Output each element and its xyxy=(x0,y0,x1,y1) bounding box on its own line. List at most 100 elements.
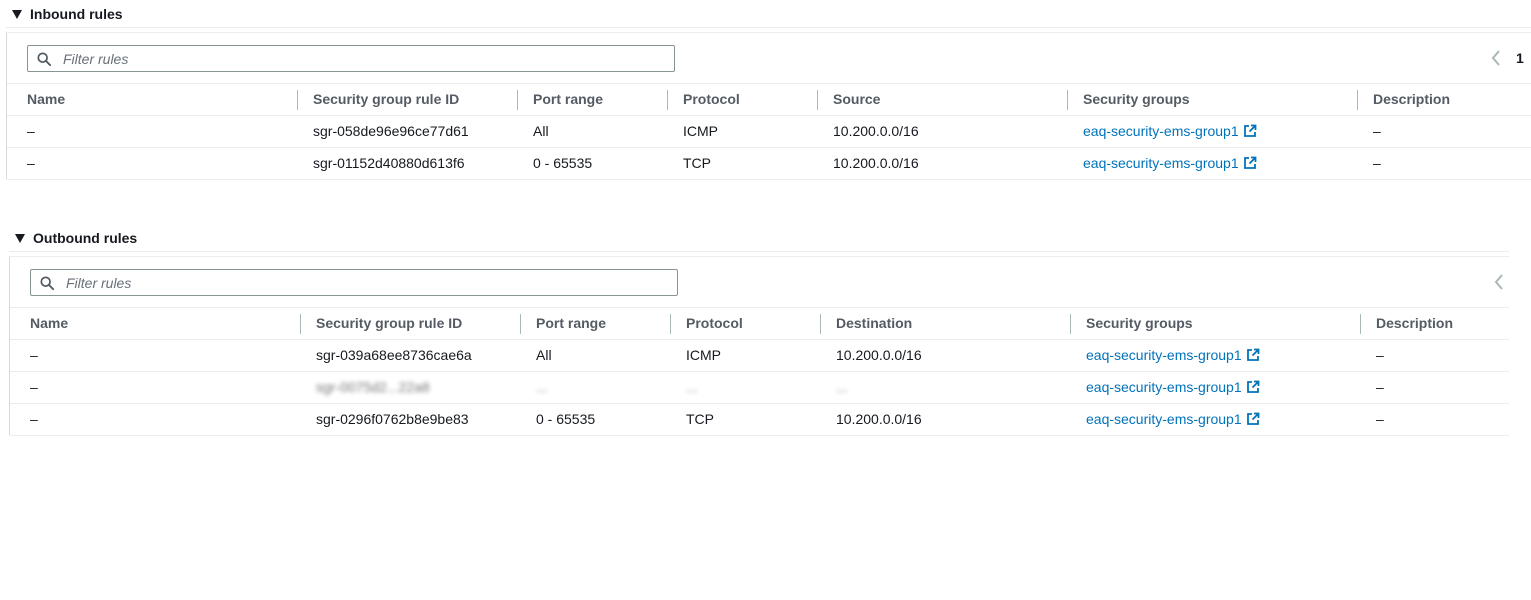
external-link-icon[interactable] xyxy=(1246,380,1260,394)
table-row[interactable]: – sgr-058de96e96ce77d61 All ICMP 10.200.… xyxy=(7,116,1531,148)
section-title: Inbound rules xyxy=(30,6,123,22)
caret-down-icon[interactable] xyxy=(15,234,25,243)
column-header-port-range[interactable]: Port range xyxy=(536,308,606,339)
column-header-port-range[interactable]: Port range xyxy=(533,84,603,115)
caret-down-icon[interactable] xyxy=(12,10,22,19)
column-header-name[interactable]: Name xyxy=(27,84,65,115)
column-header-security-groups[interactable]: Security groups xyxy=(1083,84,1190,115)
divider xyxy=(6,27,1531,28)
cell-rule-id: sgr-0075d2...22a8 xyxy=(316,379,430,395)
column-resizer[interactable] xyxy=(667,90,668,110)
cell-port-range: ... xyxy=(536,379,548,395)
section-title: Outbound rules xyxy=(33,230,138,246)
cell-protocol: TCP xyxy=(686,411,714,427)
cell-destination: 10.200.0.0/16 xyxy=(836,347,922,363)
filter-box xyxy=(30,269,678,296)
security-group-link[interactable]: eaq-security-ems-group1 xyxy=(1086,411,1242,427)
inbound-rules-panel: 1 Name Security group rule ID Port range… xyxy=(6,32,1531,180)
column-header-name[interactable]: Name xyxy=(30,308,68,339)
cell-description: – xyxy=(1376,411,1384,427)
cell-rule-id: sgr-058de96e96ce77d61 xyxy=(313,123,469,139)
cell-security-group: eaq-security-ems-group1 xyxy=(1086,340,1260,371)
filter-rules-input[interactable] xyxy=(61,48,665,70)
outbound-rules-header[interactable]: Outbound rules xyxy=(3,224,1531,252)
cell-source: 10.200.0.0/16 xyxy=(833,155,919,171)
chevron-left-icon[interactable] xyxy=(1493,273,1505,291)
search-icon xyxy=(37,52,51,66)
column-resizer[interactable] xyxy=(1360,314,1361,334)
external-link-icon[interactable] xyxy=(1243,124,1257,138)
filter-box xyxy=(27,45,675,72)
cell-rule-id: sgr-039a68ee8736cae6a xyxy=(316,347,472,363)
column-resizer[interactable] xyxy=(520,314,521,334)
column-resizer[interactable] xyxy=(517,90,518,110)
table-header: Name Security group rule ID Port range P… xyxy=(7,84,1531,116)
security-group-link[interactable]: eaq-security-ems-group1 xyxy=(1086,379,1242,395)
column-header-source[interactable]: Source xyxy=(833,84,880,115)
security-group-link[interactable]: eaq-security-ems-group1 xyxy=(1086,347,1242,363)
cell-description: – xyxy=(1376,379,1384,395)
column-header-description[interactable]: Description xyxy=(1373,84,1450,115)
column-resizer[interactable] xyxy=(670,314,671,334)
outbound-rules-table: Name Security group rule ID Port range P… xyxy=(10,307,1509,436)
column-header-security-groups[interactable]: Security groups xyxy=(1086,308,1193,339)
table-row[interactable]: – sgr-0075d2...22a8 ... ... ... eaq-secu… xyxy=(10,372,1509,404)
cell-security-group: eaq-security-ems-group1 xyxy=(1083,116,1257,147)
column-header-destination[interactable]: Destination xyxy=(836,308,912,339)
cell-description: – xyxy=(1373,155,1381,171)
search-icon xyxy=(40,276,54,290)
inbound-rules-table: Name Security group rule ID Port range P… xyxy=(7,83,1531,180)
column-resizer[interactable] xyxy=(300,314,301,334)
column-header-protocol[interactable]: Protocol xyxy=(686,308,743,339)
table-row[interactable]: – sgr-01152d40880d613f6 0 - 65535 TCP 10… xyxy=(7,148,1531,180)
cell-name: – xyxy=(30,411,38,427)
cell-source: 10.200.0.0/16 xyxy=(833,123,919,139)
cell-description: – xyxy=(1373,123,1381,139)
pagination xyxy=(1493,270,1505,294)
cell-name: – xyxy=(27,123,35,139)
cell-protocol: ICMP xyxy=(686,347,721,363)
column-header-rule-id[interactable]: Security group rule ID xyxy=(316,308,462,339)
column-resizer[interactable] xyxy=(1070,314,1071,334)
cell-port-range: 0 - 65535 xyxy=(533,155,593,171)
column-header-rule-id[interactable]: Security group rule ID xyxy=(313,84,459,115)
column-resizer[interactable] xyxy=(1067,90,1068,110)
column-resizer[interactable] xyxy=(817,90,818,110)
table-header: Name Security group rule ID Port range P… xyxy=(10,308,1509,340)
cell-protocol: TCP xyxy=(683,155,711,171)
cell-name: – xyxy=(30,347,38,363)
chevron-left-icon[interactable] xyxy=(1490,49,1502,67)
column-resizer[interactable] xyxy=(1357,90,1358,110)
pagination: 1 xyxy=(1490,46,1524,70)
cell-name: – xyxy=(27,155,35,171)
cell-port-range: 0 - 65535 xyxy=(536,411,596,427)
column-header-description[interactable]: Description xyxy=(1376,308,1453,339)
security-group-link[interactable]: eaq-security-ems-group1 xyxy=(1083,155,1239,171)
column-header-protocol[interactable]: Protocol xyxy=(683,84,740,115)
column-resizer[interactable] xyxy=(820,314,821,334)
cell-rule-id: sgr-01152d40880d613f6 xyxy=(313,155,465,171)
cell-security-group: eaq-security-ems-group1 xyxy=(1086,372,1260,403)
cell-description: – xyxy=(1376,347,1384,363)
outbound-rules-panel: Name Security group rule ID Port range P… xyxy=(9,256,1509,436)
cell-destination: ... xyxy=(836,379,848,395)
table-row[interactable]: – sgr-0296f0762b8e9be83 0 - 65535 TCP 10… xyxy=(10,404,1509,436)
cell-security-group: eaq-security-ems-group1 xyxy=(1083,148,1257,179)
external-link-icon[interactable] xyxy=(1246,348,1260,362)
page-number[interactable]: 1 xyxy=(1516,50,1524,66)
table-row[interactable]: – sgr-039a68ee8736cae6a All ICMP 10.200.… xyxy=(10,340,1509,372)
filter-rules-input[interactable] xyxy=(64,272,668,294)
external-link-icon[interactable] xyxy=(1246,412,1260,426)
divider xyxy=(9,251,1509,252)
cell-destination: 10.200.0.0/16 xyxy=(836,411,922,427)
column-resizer[interactable] xyxy=(297,90,298,110)
external-link-icon[interactable] xyxy=(1243,156,1257,170)
cell-protocol: ... xyxy=(686,379,698,395)
cell-port-range: All xyxy=(533,123,549,139)
security-group-link[interactable]: eaq-security-ems-group1 xyxy=(1083,123,1239,139)
cell-rule-id: sgr-0296f0762b8e9be83 xyxy=(316,411,469,427)
inbound-rules-header[interactable]: Inbound rules xyxy=(0,0,1531,28)
cell-name: – xyxy=(30,379,38,395)
cell-protocol: ICMP xyxy=(683,123,718,139)
cell-port-range: All xyxy=(536,347,552,363)
